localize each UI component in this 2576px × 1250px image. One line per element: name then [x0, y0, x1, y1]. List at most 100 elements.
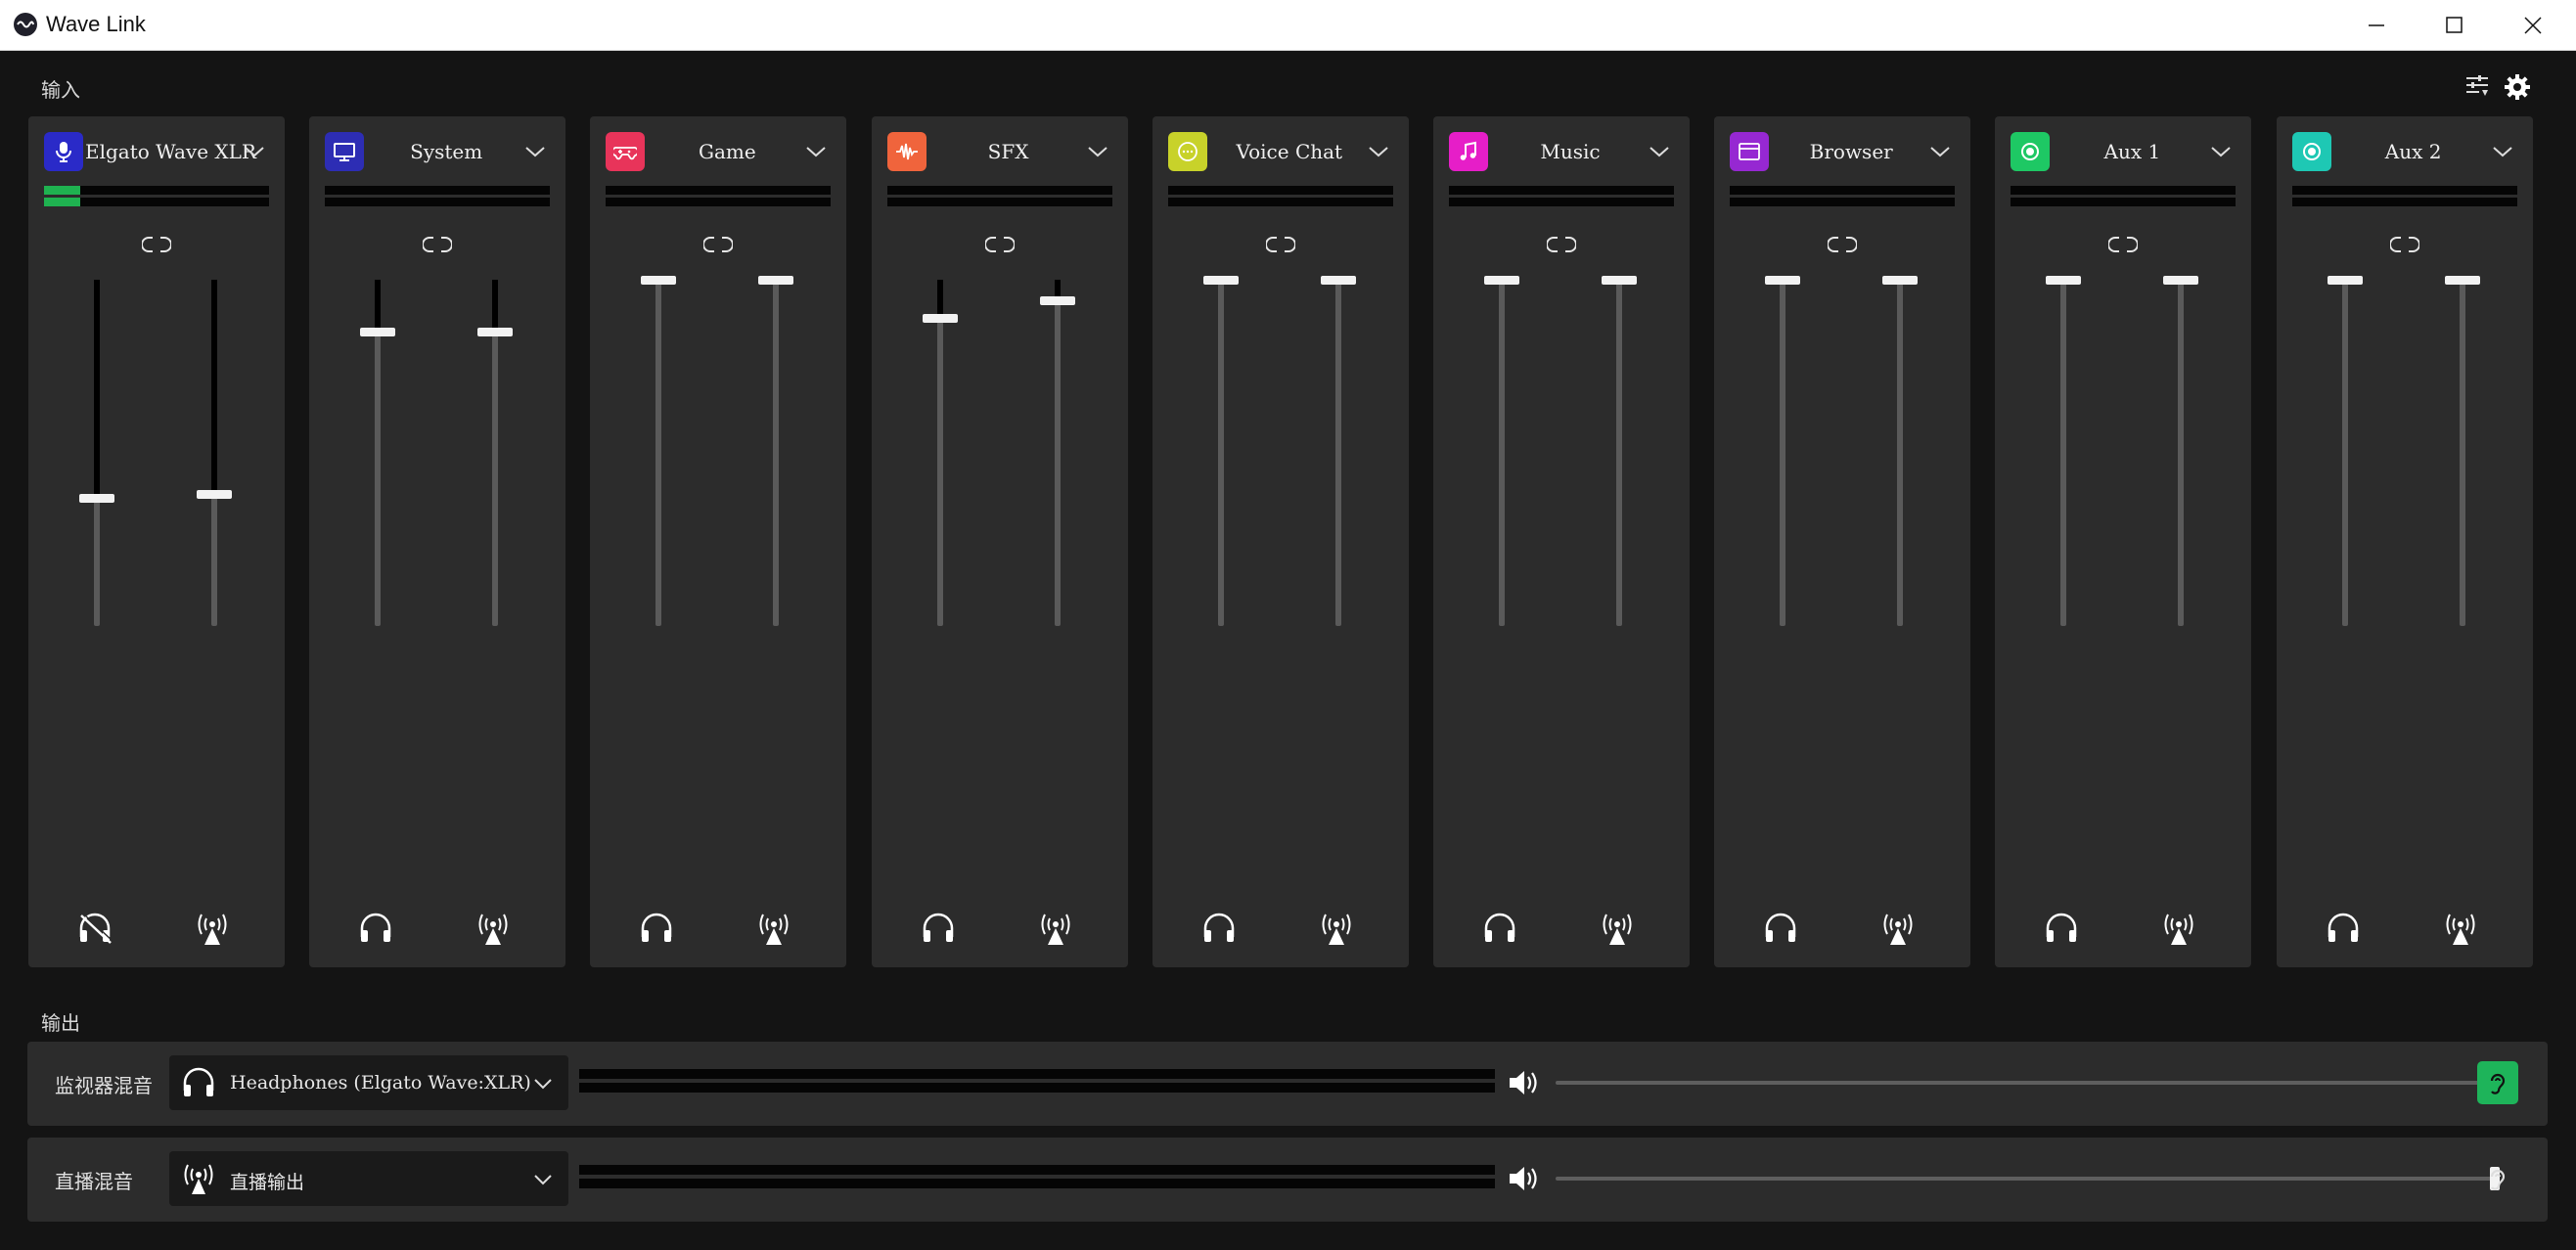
monitor-mix-fader[interactable] — [922, 280, 958, 626]
fader-handle[interactable] — [1882, 276, 1919, 285]
headphones-muted-icon[interactable] — [77, 912, 113, 949]
stream-mix-fader[interactable] — [2163, 276, 2199, 626]
stream-mix-fader[interactable] — [758, 276, 794, 626]
broadcast-icon[interactable] — [756, 912, 791, 951]
fader-handle[interactable] — [641, 276, 677, 285]
fader-handle[interactable] — [1039, 296, 1075, 305]
stream-mix-fader[interactable] — [1039, 280, 1075, 626]
monitor-mix-fader[interactable] — [2046, 276, 2082, 626]
fader-handle[interactable] — [1484, 276, 1519, 285]
broadcast-icon[interactable] — [475, 912, 511, 951]
fader-handle[interactable] — [1202, 276, 1239, 285]
channel-strip: Music — [1433, 116, 1690, 967]
monitor-listen-button[interactable] — [2477, 1061, 2518, 1104]
channel-meter-right — [2011, 198, 2237, 206]
monitor-device-dropdown[interactable]: Headphones (Elgato Wave:XLR) — [169, 1055, 568, 1110]
broadcast-icon[interactable] — [1038, 912, 1073, 951]
close-button[interactable] — [2498, 0, 2568, 51]
fader-handle[interactable] — [477, 328, 514, 336]
stream-mix-fader[interactable] — [197, 280, 232, 626]
chevron-down-icon[interactable] — [1649, 144, 1670, 162]
speaker-volume-icon[interactable] — [1507, 1067, 1542, 1102]
channel-strip: Elgato Wave XLR — [28, 116, 285, 967]
fader-handle[interactable] — [758, 276, 794, 285]
chevron-down-icon[interactable] — [1368, 144, 1389, 162]
monitor-mix-fader[interactable] — [1484, 276, 1519, 626]
monitor-volume-slider[interactable] — [1556, 1071, 2500, 1094]
stream-device-dropdown[interactable]: 直播输出 — [169, 1151, 568, 1206]
broadcast-icon[interactable] — [1600, 912, 1635, 951]
chevron-down-icon[interactable] — [1929, 144, 1951, 162]
channel-name: System — [410, 140, 483, 163]
stream-mix-fader[interactable] — [1882, 276, 1919, 626]
fader-handle[interactable] — [2046, 276, 2082, 285]
settings-gear-icon[interactable] — [2503, 72, 2532, 106]
stream-listen-button[interactable] — [2477, 1157, 2518, 1200]
maximize-button[interactable] — [2419, 0, 2490, 51]
headphones-icon[interactable] — [358, 912, 393, 949]
minimize-button[interactable] — [2341, 0, 2412, 51]
chevron-down-icon[interactable] — [2210, 144, 2232, 162]
fader-handle[interactable] — [2444, 276, 2480, 285]
fader-handle[interactable] — [2327, 276, 2363, 285]
fader-handle[interactable] — [360, 328, 396, 336]
link-faders-icon[interactable] — [141, 235, 172, 258]
stream-mix-fader[interactable] — [1602, 276, 1637, 626]
monitor-mix-fader[interactable] — [641, 276, 677, 626]
stream-mix-fader[interactable] — [2444, 276, 2480, 626]
link-faders-icon[interactable] — [702, 235, 735, 258]
fader-handle[interactable] — [1602, 276, 1637, 285]
monitor-mix-fader[interactable] — [79, 280, 114, 626]
fader-handle[interactable] — [1320, 276, 1356, 285]
fader-handle[interactable] — [2163, 276, 2199, 285]
broadcast-icon[interactable] — [1880, 912, 1916, 951]
chevron-down-icon[interactable] — [2492, 144, 2513, 162]
waveform-icon — [886, 132, 926, 171]
monitor-mix-fader[interactable] — [1202, 276, 1239, 626]
channel-strip: Game — [590, 116, 847, 967]
broadcast-icon[interactable] — [195, 912, 230, 951]
chevron-down-icon[interactable] — [805, 144, 827, 162]
stream-mix-fader[interactable] — [477, 280, 514, 626]
stream-mix-fader[interactable] — [1320, 276, 1356, 626]
monitor-mix-fader[interactable] — [2327, 276, 2363, 626]
chevron-down-icon[interactable] — [1087, 144, 1108, 162]
headphones-icon[interactable] — [2326, 912, 2361, 949]
broadcast-icon[interactable] — [2443, 912, 2478, 951]
headphones-icon[interactable] — [1201, 912, 1237, 949]
mixer-settings-icon[interactable] — [2463, 72, 2491, 104]
channel-meter-right — [606, 198, 832, 206]
fader-handle[interactable] — [1765, 276, 1801, 285]
broadcast-icon[interactable] — [1319, 912, 1354, 951]
wave-link-logo-icon — [14, 13, 37, 36]
headphones-icon[interactable] — [2044, 912, 2079, 949]
fader-handle[interactable] — [922, 314, 958, 323]
channel-meter-left — [2291, 186, 2517, 195]
broadcast-icon[interactable] — [2161, 912, 2196, 951]
headphones-icon[interactable] — [1763, 912, 1798, 949]
link-faders-icon[interactable] — [422, 235, 454, 258]
link-faders-icon[interactable] — [2388, 235, 2420, 258]
channel-name: Elgato Wave XLR — [85, 140, 256, 163]
speaker-volume-icon[interactable] — [1507, 1163, 1542, 1198]
channel-meter-left — [606, 186, 832, 195]
channel-meter-right — [1730, 198, 1956, 206]
link-faders-icon[interactable] — [2107, 235, 2140, 258]
fader-handle[interactable] — [197, 490, 232, 499]
monitor-mix-fader[interactable] — [1765, 276, 1801, 626]
chevron-down-icon[interactable] — [244, 144, 265, 162]
fader-handle[interactable] — [79, 494, 114, 503]
monitor-mix-fader[interactable] — [360, 280, 396, 626]
headphones-icon[interactable] — [921, 912, 956, 949]
link-faders-icon[interactable] — [1827, 235, 1859, 258]
stream-meter-left — [579, 1165, 1495, 1175]
headphones-icon[interactable] — [1482, 912, 1517, 949]
link-faders-icon[interactable] — [1546, 235, 1577, 258]
stream-volume-slider[interactable] — [1556, 1167, 2500, 1190]
channel-strip: SFX — [871, 116, 1128, 967]
channel-strip: Aux 2 — [2276, 116, 2533, 967]
headphones-icon[interactable] — [639, 912, 674, 949]
link-faders-icon[interactable] — [983, 235, 1016, 258]
chevron-down-icon[interactable] — [524, 144, 546, 162]
link-faders-icon[interactable] — [1264, 235, 1296, 258]
